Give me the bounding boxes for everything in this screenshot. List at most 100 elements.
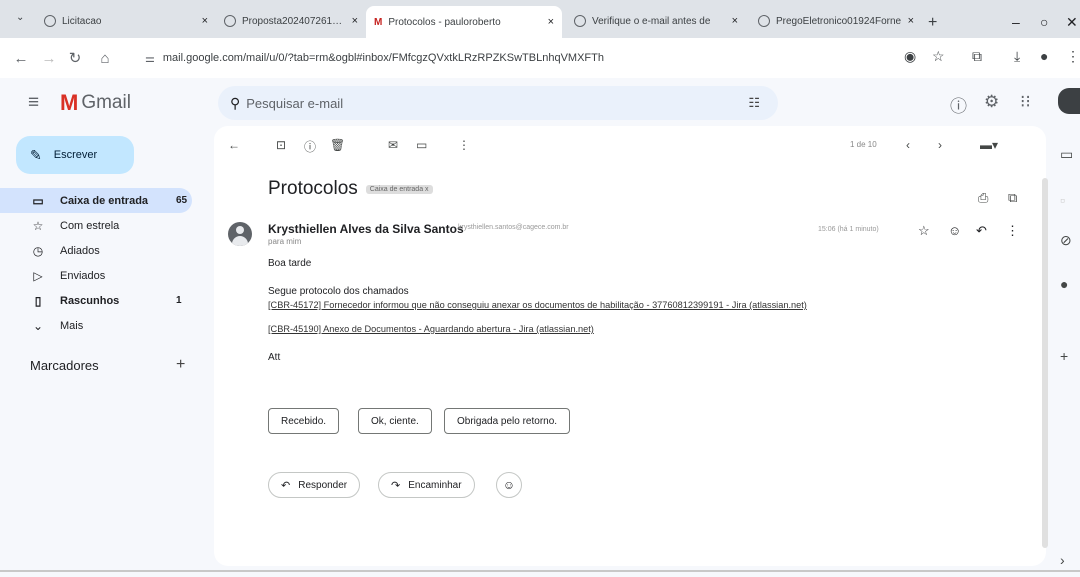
gmail-logo[interactable]: M Gmail: [60, 90, 131, 116]
print-icon[interactable]: ⎙: [978, 190, 988, 206]
home-icon[interactable]: ⌂: [94, 50, 116, 67]
address-bar[interactable]: ⚌ mail.google.com/mail/u/0/?tab=rm&ogbl#…: [145, 46, 945, 70]
more-actions-icon[interactable]: ⋮: [458, 138, 470, 152]
tab-close-icon[interactable]: ×: [732, 15, 738, 27]
search-input[interactable]: Pesquisar e-mail: [246, 96, 343, 111]
sender-name[interactable]: Krysthiellen Alves da Silva Santos: [268, 222, 464, 236]
expand-panel-icon[interactable]: ›: [1060, 552, 1065, 568]
sidebar-item-snoozed[interactable]: ◷ Adiados: [0, 238, 210, 263]
search-options-icon[interactable]: ☷: [748, 95, 760, 111]
mark-unread-icon[interactable]: ✉: [388, 138, 398, 152]
reload-icon[interactable]: ↻: [64, 49, 86, 67]
archive-icon[interactable]: ⊡: [276, 138, 286, 152]
body-greeting: Boa tarde: [268, 258, 312, 269]
message-more-icon[interactable]: ⋮: [1006, 223, 1019, 239]
contacts-icon[interactable]: ●: [1060, 276, 1068, 292]
back-to-inbox-icon[interactable]: ←: [228, 138, 240, 152]
tab-title: Proposta20240726150018: [242, 15, 346, 27]
download-icon[interactable]: ⤓: [1014, 48, 1020, 65]
get-addons-icon[interactable]: +: [1060, 348, 1068, 364]
settings-gear-icon[interactable]: ⚙: [984, 92, 999, 112]
tasks-icon[interactable]: ⊘: [1060, 232, 1072, 249]
message-scrollbar[interactable]: [1042, 178, 1048, 548]
browser-tab[interactable]: Verifique o e-mail antes de ×: [566, 6, 746, 36]
help-icon[interactable]: ⓘ: [950, 92, 967, 117]
tab-search-icon[interactable]: ⌄: [16, 12, 24, 23]
unread-count: 65: [176, 195, 188, 206]
input-tools-icon[interactable]: ▬▾: [980, 138, 998, 152]
reply-button[interactable]: ↶ Responder: [268, 472, 361, 498]
browser-tab[interactable]: PregoEletronico01924Forne ×: [750, 6, 922, 36]
labels-header: Marcadores: [30, 358, 99, 373]
emoji-react-icon[interactable]: ☺: [948, 223, 961, 238]
extensions-icon[interactable]: ⧉: [972, 48, 982, 65]
pencil-icon: ✎: [30, 146, 42, 163]
sidebar-item-label: Adiados: [60, 244, 100, 257]
eye-icon[interactable]: ◉: [904, 48, 916, 65]
open-new-window-icon[interactable]: ⧉: [1008, 190, 1017, 206]
reply-arrow-icon: ↶: [281, 479, 291, 492]
smart-reply-button[interactable]: Recebido.: [268, 408, 340, 434]
smart-reply-button[interactable]: Obrigada pelo retorno.: [444, 408, 571, 434]
tab-close-icon[interactable]: ×: [202, 15, 208, 27]
reply-icon[interactable]: ↶: [976, 223, 987, 239]
keep-icon[interactable]: ▫: [1060, 192, 1065, 208]
sidebar-item-label: Rascunhos: [60, 294, 120, 307]
browser-menu-icon[interactable]: ⋮: [1066, 48, 1080, 65]
move-to-icon[interactable]: ▭: [416, 138, 427, 152]
body-signoff: Att: [268, 352, 281, 363]
account-avatar[interactable]: [1058, 88, 1080, 114]
browser-tab-active[interactable]: M Protocolos - pauloroberto ×: [366, 6, 562, 38]
tab-close-icon[interactable]: ×: [908, 15, 914, 27]
browser-tab[interactable]: Licitacao ×: [36, 6, 216, 36]
sidebar-item-label: Com estrela: [60, 219, 120, 232]
profile-icon[interactable]: ●: [1040, 48, 1048, 64]
add-label-button[interactable]: +: [176, 356, 185, 374]
tab-close-icon[interactable]: ×: [352, 15, 358, 27]
chevron-down-icon: ⌄: [32, 318, 44, 333]
sidebar-item-more[interactable]: ⌄ Mais: [0, 313, 210, 338]
tab-title: Verifique o e-mail antes de: [592, 15, 711, 27]
gmail-m-icon: M: [60, 90, 78, 115]
sidebar-item-label: Enviados: [60, 269, 106, 282]
search-bar[interactable]: ⚲ Pesquisar e-mail ☷: [218, 86, 778, 120]
delete-icon[interactable]: 🗑: [330, 138, 345, 152]
subject-text: Protocolos: [268, 178, 358, 199]
back-icon[interactable]: ←: [10, 50, 32, 67]
emoji-reaction-button[interactable]: ☺: [496, 472, 522, 498]
calendar-icon[interactable]: ▭: [1060, 146, 1073, 163]
sidebar-item-starred[interactable]: ☆ Com estrela: [0, 213, 210, 238]
site-info-icon[interactable]: ⚌: [145, 52, 155, 65]
sidebar-item-inbox[interactable]: ▭ Caixa de entrada 65: [0, 188, 192, 213]
older-icon[interactable]: ›: [938, 138, 942, 152]
browser-tab-strip: ⌄ Licitacao × Proposta20240726150018 × M…: [0, 0, 1080, 38]
sender-email: krysthiellen.santos@cagece.com.br: [458, 224, 569, 231]
new-tab-button[interactable]: +: [928, 14, 937, 32]
ticket-link-2[interactable]: [CBR-45190] Anexo de Documentos - Aguard…: [268, 324, 594, 334]
forward-icon[interactable]: →: [38, 50, 60, 67]
sidebar-item-sent[interactable]: ▷ Enviados: [0, 263, 210, 288]
smart-reply-button[interactable]: Ok, ciente.: [358, 408, 432, 434]
pager-text: 1 de 10: [850, 140, 877, 149]
minimize-icon[interactable]: –: [1012, 14, 1020, 30]
inbox-label-chip[interactable]: Caixa de entrada x: [365, 184, 433, 194]
browser-tab[interactable]: Proposta20240726150018 ×: [216, 6, 366, 36]
main-menu-icon[interactable]: ≡: [28, 92, 39, 114]
tab-close-icon[interactable]: ×: [548, 16, 554, 28]
newer-icon[interactable]: ‹: [906, 138, 910, 152]
sidebar-item-drafts[interactable]: ▯ Rascunhos 1: [0, 288, 210, 313]
star-icon[interactable]: ☆: [918, 223, 930, 239]
apps-grid-icon[interactable]: ⁝⁝: [1020, 92, 1031, 112]
message-subject: Protocolos Caixa de entrada x: [268, 178, 433, 200]
close-window-icon[interactable]: ✕: [1066, 14, 1078, 31]
forward-button[interactable]: ↷ Encaminhar: [378, 472, 475, 498]
restore-icon[interactable]: ○: [1040, 14, 1048, 30]
reply-label: Responder: [298, 479, 348, 491]
compose-button[interactable]: ✎ Escrever: [16, 136, 134, 174]
ticket-link-1[interactable]: [CBR-45172] Fornecedor informou que não …: [268, 300, 807, 310]
bookmark-star-icon[interactable]: ☆: [932, 48, 945, 65]
report-spam-icon[interactable]: ⓘ: [304, 138, 316, 155]
smiley-icon: ☺: [502, 478, 516, 492]
recipient-dropdown[interactable]: para mim: [268, 237, 301, 246]
search-icon[interactable]: ⚲: [230, 95, 240, 112]
